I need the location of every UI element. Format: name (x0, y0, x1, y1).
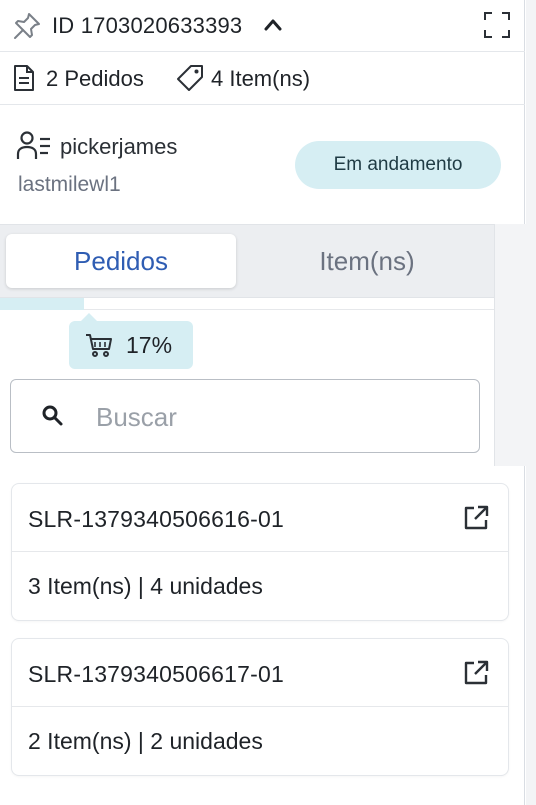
tab-pedidos[interactable]: Pedidos (6, 234, 236, 288)
items-count: 4 Item(ns) (211, 66, 311, 91)
external-link-icon[interactable] (462, 504, 490, 532)
expand-icon[interactable] (481, 9, 513, 41)
order-summary: 3 Item(ns) | 4 unidades (28, 573, 263, 599)
tab-items[interactable]: Item(ns) (242, 234, 492, 288)
progress-percent: 17% (126, 332, 173, 358)
search-input[interactable] (96, 398, 466, 436)
order-code: SLR-1379340506617-01 (28, 661, 284, 687)
picker-username: pickerjames (60, 134, 178, 159)
orders-count: 2 Pedidos (46, 66, 144, 91)
chevron-up-icon[interactable] (262, 14, 284, 36)
status-badge: Em andamento (295, 141, 501, 189)
pin-icon[interactable] (12, 11, 42, 41)
order-batch-id: ID 1703020633393 (52, 13, 243, 38)
document-icon (14, 65, 34, 91)
tag-icon (177, 65, 203, 91)
scrollbar-gutter (526, 0, 536, 805)
external-link-icon[interactable] (462, 659, 490, 687)
progress-fill (0, 298, 84, 310)
cart-icon (86, 334, 112, 357)
order-summary: 2 Item(ns) | 2 unidades (28, 728, 263, 754)
search-icon (42, 405, 63, 426)
user-icon (16, 131, 50, 159)
order-card[interactable]: SLR-1379340506616-01 3 Item(ns) | 4 unid… (11, 483, 509, 621)
inner-scroll-gutter (494, 224, 526, 466)
order-card[interactable]: SLR-1379340506617-01 2 Item(ns) | 2 unid… (11, 638, 509, 776)
wave-name: lastmilewl1 (18, 173, 121, 196)
order-code: SLR-1379340506616-01 (28, 506, 284, 532)
